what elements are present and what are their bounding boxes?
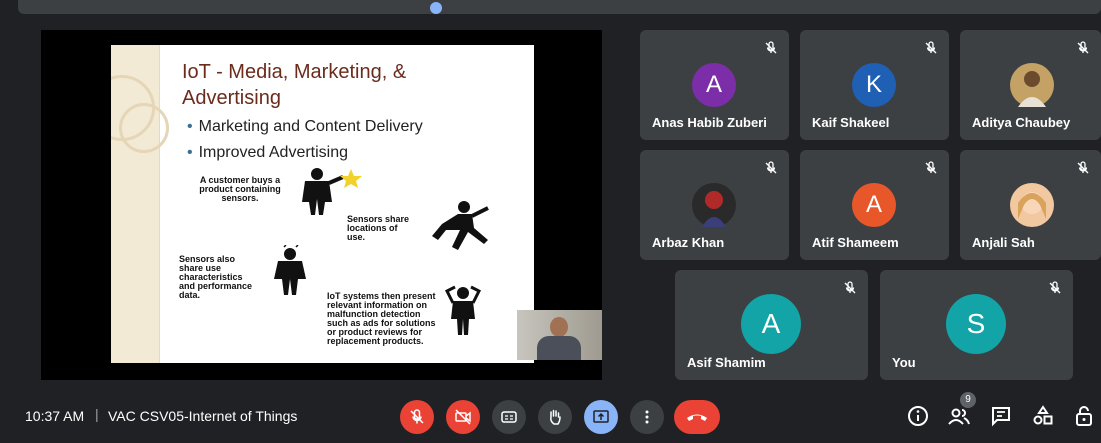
avatar-photo [1010,183,1054,227]
participant-tile[interactable]: Aditya Chaubey [960,30,1101,140]
chat-icon[interactable] [989,404,1013,428]
avatar: S [946,294,1006,354]
mic-off-icon [1049,281,1061,294]
slide: IoT - Media, Marketing, & Advertising • M… [111,45,534,363]
separator: | [95,406,99,422]
meeting-time: 10:37 AM [25,408,85,424]
avatar: A [692,63,736,107]
activities-icon[interactable] [1031,404,1055,428]
captions-icon [501,411,517,423]
captions-button[interactable] [492,400,526,434]
participant-name: Kaif Shakeel [812,115,890,130]
participant-tile-self[interactable]: S You [880,270,1073,380]
camera-off-icon [455,409,471,425]
top-indicator [430,2,442,14]
camera-toggle-button[interactable] [446,400,480,434]
mic-off-icon [410,409,424,424]
phone-hangup-icon [687,414,707,421]
info-icon[interactable] [906,404,930,428]
mic-off-icon [765,161,777,174]
slide-caption-sensors-share: Sensors share locations of use. [347,214,410,242]
participant-tile[interactable]: A Atif Shameem [800,150,949,260]
participant-name: Arbaz Khan [652,235,725,250]
avatar-photo [1010,63,1054,107]
participant-name: Atif Shameem [812,235,899,250]
mic-off-icon [925,161,937,174]
present-icon [593,410,609,423]
thinking-figure [274,245,306,295]
avatar-photo [692,183,736,227]
raise-hand-button[interactable] [538,400,572,434]
avatar: A [852,183,896,227]
hand-icon [550,409,561,425]
participant-name: Anas Habib Zuberi [652,115,767,130]
control-bar: 10:37 AM | VAC CSV05-Internet of Things … [0,392,1101,443]
presenter-video [517,310,602,360]
mic-off-icon [925,41,937,54]
mic-off-icon [1077,41,1089,54]
participant-name: Anjali Sah [972,235,1035,250]
participant-tile[interactable]: Anjali Sah [960,150,1101,260]
slide-caption-sensors-also: Sensors also share use characteristics and … [179,254,253,300]
participant-name: You [892,355,916,370]
avatar: A [741,294,801,354]
more-vert-icon [645,410,649,424]
more-options-button[interactable] [630,400,664,434]
leave-call-button[interactable] [674,400,720,434]
avatar: K [852,63,896,107]
presentation-stage: IoT - Media, Marketing, & Advertising • M… [41,30,602,380]
running-figure [432,201,489,250]
mic-off-icon [765,41,777,54]
participant-tile[interactable]: Arbaz Khan [640,150,789,260]
slide-title: IoT - Media, Marketing, & Advertising [182,61,407,109]
participant-name: Asif Shamim [687,355,766,370]
slide-decor-arc [119,103,169,153]
mic-toggle-button[interactable] [400,400,434,434]
slide-caption-customer: A customer buys a product containing senso… [199,175,281,203]
meeting-name: VAC CSV05-Internet of Things [108,408,298,424]
participant-tile[interactable]: K Kaif Shakeel [800,30,949,140]
mic-off-icon [1077,161,1089,174]
top-bar [18,0,1101,14]
slide-bullet: • Improved Advertising [187,144,349,161]
participant-tile[interactable]: A Anas Habib Zuberi [640,30,789,140]
participant-tile[interactable]: A Asif Shamim [675,270,868,380]
slide-bullet: • Marketing and Content Delivery [187,118,423,135]
people-count-badge: 9 [960,392,976,408]
businessman-figure [302,168,362,215]
host-controls-icon[interactable] [1072,404,1096,428]
participant-name: Aditya Chaubey [972,115,1071,130]
frustrated-figure [444,285,482,335]
mic-off-icon [844,281,856,294]
present-button[interactable] [584,400,618,434]
slide-caption-iot-systems: IoT systems then present relevant informa… [327,291,436,346]
